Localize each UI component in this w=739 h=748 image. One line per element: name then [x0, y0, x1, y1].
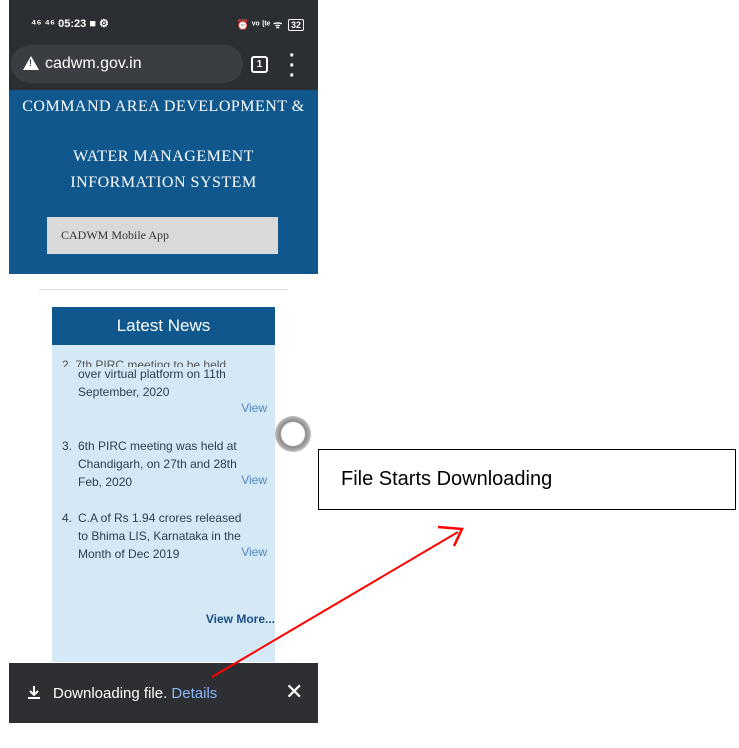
annotation-arrow: [211, 525, 464, 678]
